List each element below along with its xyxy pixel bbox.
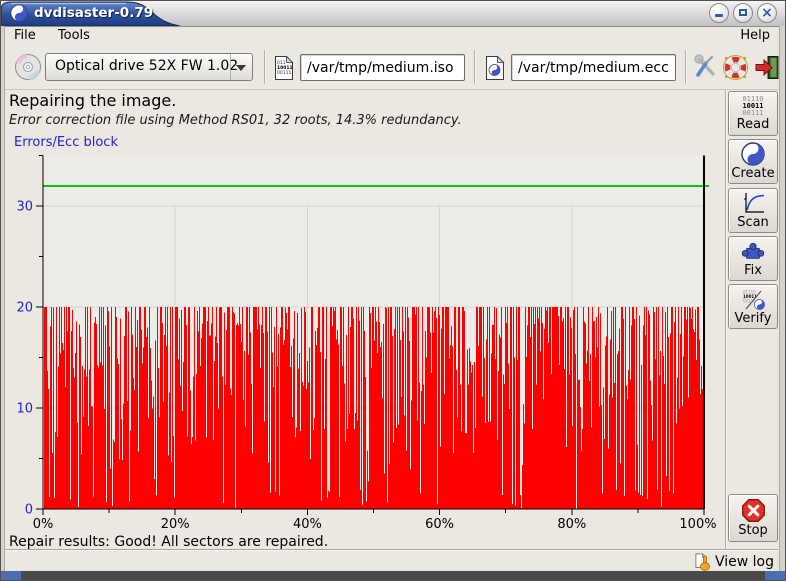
quit-exit-door-button[interactable] — [754, 54, 781, 81]
read-label: Read — [737, 117, 770, 132]
view-log-icon — [694, 553, 713, 572]
fix-label: Fix — [744, 263, 762, 278]
drive-selector[interactable]: Optical drive 52X FW 1.02 — [45, 53, 253, 81]
svg-text:40%: 40% — [293, 517, 322, 532]
verify-compare-icon: 01110 10011 00111 — [740, 288, 766, 311]
view-log-label: View log — [715, 554, 774, 570]
menu-tools[interactable]: Tools — [49, 26, 99, 46]
status-headline: Repairing the image. — [9, 91, 176, 110]
image-file-input[interactable] — [300, 54, 465, 81]
toolbar-separator — [474, 50, 476, 84]
create-button[interactable]: Create — [728, 139, 778, 184]
svg-text:60%: 60% — [425, 517, 454, 532]
app-yinyang-icon — [10, 4, 28, 22]
window-border-bottom[interactable] — [1, 571, 785, 580]
yinyang-create-icon — [741, 142, 765, 166]
close-button[interactable]: × — [757, 3, 777, 23]
svg-text:0%: 0% — [33, 517, 54, 532]
repair-result-text: Repair results: Good! All sectors are re… — [9, 534, 328, 550]
image-file-icon: 011 10011 00111 — [271, 54, 297, 82]
puzzle-fix-icon — [741, 239, 765, 263]
svg-text:10: 10 — [16, 402, 33, 417]
svg-text:20%: 20% — [161, 517, 190, 532]
view-log-button[interactable]: View log — [694, 552, 774, 572]
maximize-button[interactable] — [733, 3, 753, 23]
scan-button[interactable]: Scan — [728, 188, 778, 233]
close-icon: × — [758, 4, 776, 22]
minimize-icon — [715, 14, 723, 17]
ecc-file-input[interactable] — [511, 54, 676, 81]
status-detail: Error correction file using Method RS01,… — [9, 113, 462, 128]
window-title: dvdisaster-0.79 — [34, 5, 153, 21]
svg-text:100%: 100% — [679, 517, 716, 532]
toolbar: Optical drive 52X FW 1.02 011 10011 0011… — [5, 46, 778, 90]
lifebuoy-help-button[interactable] — [722, 54, 749, 81]
read-binary-icon: 011101001100111 — [742, 96, 763, 117]
ecc-file-icon — [482, 54, 508, 82]
svg-text:00111: 00111 — [277, 70, 291, 76]
create-label: Create — [731, 166, 774, 181]
scan-label: Scan — [737, 215, 769, 230]
stop-button[interactable]: Stop — [728, 494, 778, 542]
menu-help[interactable]: Help — [734, 26, 776, 46]
toolbar-separator — [264, 50, 266, 84]
drive-selector-dropdown[interactable] — [230, 54, 252, 80]
verify-label: Verify — [735, 311, 772, 326]
preferences-button[interactable] — [693, 54, 719, 80]
footer-separator — [5, 549, 778, 550]
titlebar[interactable]: dvdisaster-0.79 × — [1, 1, 785, 27]
stop-octagon-icon — [741, 498, 766, 523]
menubar: File Tools Help — [5, 26, 778, 46]
fix-button[interactable]: Fix — [728, 236, 778, 281]
toolbar-separator — [685, 50, 687, 84]
svg-text:0: 0 — [25, 503, 33, 518]
app-window: dvdisaster-0.79 × File Tools Help Optica… — [0, 0, 786, 581]
drive-selector-value: Optical drive 52X FW 1.02 — [55, 58, 238, 74]
read-button[interactable]: 011101001100111 Read — [728, 91, 778, 136]
action-sidebar: 011101001100111 Read Create Scan — [725, 90, 780, 549]
maximize-icon — [739, 9, 747, 16]
window-border-left — [1, 26, 5, 571]
verify-button[interactable]: 01110 10011 00111 Verify — [728, 284, 778, 329]
cd-drive-icon — [14, 53, 42, 81]
svg-text:20: 20 — [16, 301, 33, 316]
window-border-right — [779, 26, 785, 571]
stop-label: Stop — [738, 523, 768, 538]
chevron-down-icon — [236, 65, 246, 71]
menu-file[interactable]: File — [5, 26, 45, 46]
scan-curve-icon — [741, 191, 765, 215]
svg-text:80%: 80% — [557, 517, 586, 532]
main-panel: Repairing the image. Error correction fi… — [5, 90, 724, 549]
chart-title: Errors/Ecc block — [14, 135, 118, 150]
svg-text:30: 30 — [16, 200, 33, 215]
errors-per-ecc-block-chart: 0 10 20 30 0% 20% 40% 60% 80% 100% — [5, 151, 724, 533]
minimize-button[interactable] — [709, 3, 729, 23]
